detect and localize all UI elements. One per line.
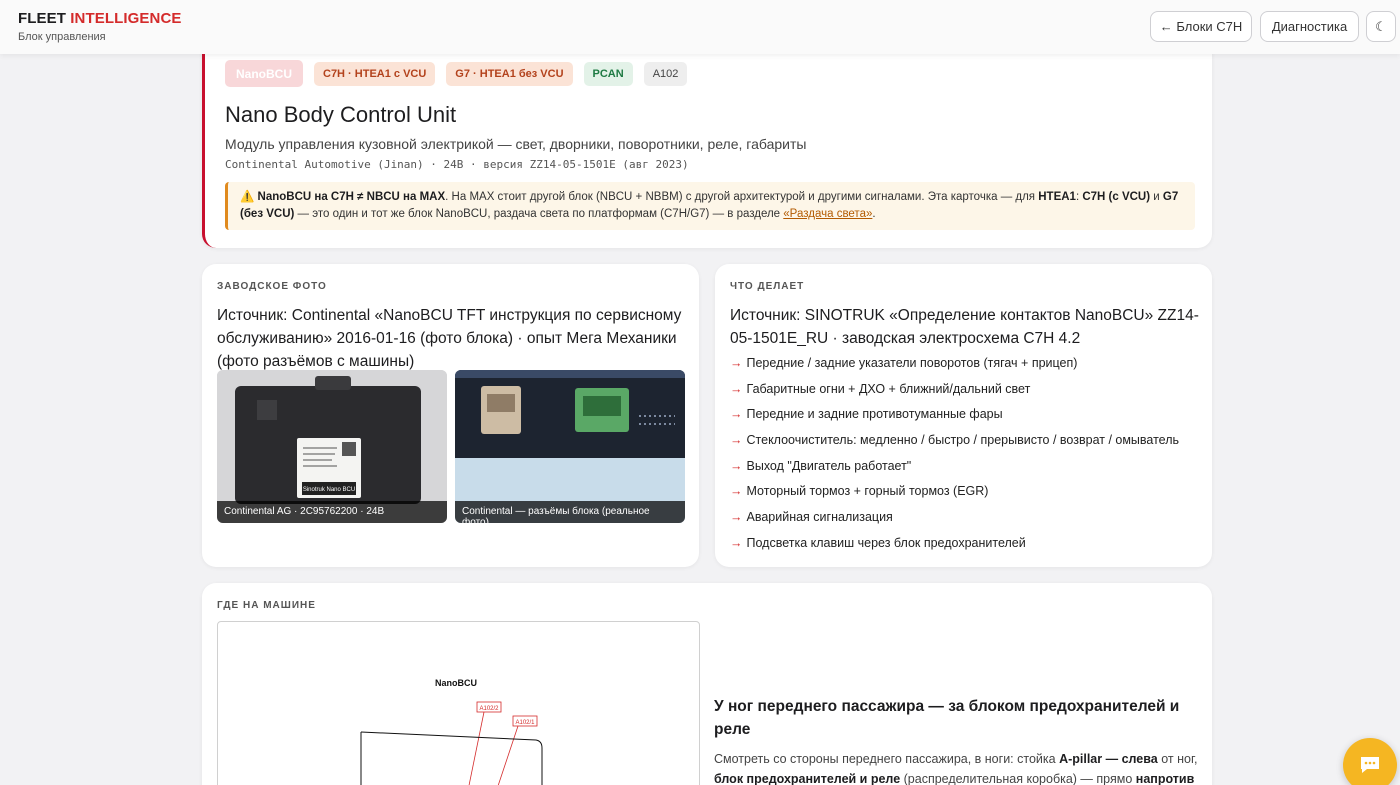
location-bold-2: блок предохранителей и реле <box>714 772 901 785</box>
list-item: → Передние / задние указатели поворотов (… <box>730 350 1179 376</box>
warning-text-5: . <box>872 208 876 220</box>
tag-c7h: C7H · HTEA1 с VCU <box>314 62 436 86</box>
function-item-text: Моторный тормоз + горный тормоз (EGR) <box>746 484 989 499</box>
diagnostics-button[interactable]: Диагностика <box>1260 11 1359 42</box>
photo-caption-1: Continental AG · 2C95762200 · 24B <box>217 501 447 523</box>
connectors-photo[interactable]: Continental — разъёмы блока (реальное фо… <box>455 370 685 523</box>
function-list: → Передние / задние указатели поворотов (… <box>730 350 1179 556</box>
arrow-right-icon: → <box>730 484 743 499</box>
diagram-title: NanoBCU <box>435 678 477 688</box>
location-title: У ног переднего пассажира — за блоком пр… <box>714 698 1180 738</box>
diagram-pin-label: A102/2 <box>479 706 499 712</box>
back-to-blocks-button[interactable]: ← Блоки C7H <box>1150 11 1252 42</box>
tag-g7: G7 · HTEA1 без VCU <box>446 62 573 86</box>
chat-button[interactable] <box>1343 738 1397 785</box>
warning-text-1: . На MAX стоит другой блок (NBCU + NBBM)… <box>445 191 1039 203</box>
function-item-text: Передние и задние противотуманные фары <box>746 407 1003 422</box>
top-bar: FLEET INTELLIGENCE Блок управления ← Бло… <box>0 0 1400 54</box>
location-diagram-drawing: NanoBCU A102/2 A102/1 <box>360 678 543 785</box>
arrow-right-icon: → <box>730 381 743 396</box>
list-item: → Моторный тормоз + горный тормоз (EGR) <box>730 478 1179 504</box>
list-item: → Аварийная сигнализация <box>730 504 1179 530</box>
warning-icon: ⚠️ <box>240 191 255 203</box>
arrow-right-icon: → <box>730 432 743 447</box>
function-source: Источник: SINOTRUK «Определение контакто… <box>730 307 1199 347</box>
arrow-right-icon: → <box>730 535 743 550</box>
location-bold-1: A-pillar — слева <box>1059 752 1158 766</box>
brand-part2: INTELLIGENCE <box>70 10 182 27</box>
function-item-text: Выход "Двигатель работает" <box>746 458 912 473</box>
photo-sticker-text: Sinotruk Nano BCU <box>303 487 355 493</box>
page-title: Nano Body Control Unit <box>225 102 457 127</box>
chat-bubble-icon <box>1361 757 1379 773</box>
photo-caption-2: Continental — разъёмы блока (реальное фо… <box>455 501 685 523</box>
brand-logo[interactable]: FLEET INTELLIGENCE <box>18 10 181 27</box>
section-label: ГДЕ НА МАШИНЕ <box>217 600 316 611</box>
location-bold-3: напротив <box>1135 772 1195 785</box>
light-distribution-link[interactable]: «Раздача света» <box>783 208 872 220</box>
brand-part1: FLEET <box>18 10 66 27</box>
hero-subtitle: Модуль управления кузовной электрикой — … <box>225 136 807 152</box>
arrow-right-icon: → <box>730 407 743 422</box>
location-diagram[interactable]: NanoBCU A102/2 A102/1 <box>217 621 700 785</box>
warning-text-3: и <box>1150 191 1163 203</box>
list-item: → Передние и задние противотуманные фары <box>730 401 1179 427</box>
tag-nanobcu: NanoBCU <box>225 60 303 87</box>
factory-photo-card: ЗАВОДСКОЕ ФОТО Источник: Continental «Na… <box>202 264 699 567</box>
function-item-text: Стеклоочиститель: медленно / быстро / пр… <box>746 432 1180 447</box>
location-card: ГДЕ НА МАШИНЕ NanoBCU A102/2 A102/1 У но… <box>202 583 1212 785</box>
tag-list: NanoBCU C7H · HTEA1 с VCU G7 · HTEA1 без… <box>225 60 688 87</box>
arrow-right-icon: → <box>730 355 743 370</box>
function-item-text: Передние / задние указатели поворотов (т… <box>746 355 1078 370</box>
brand-subtitle: Блок управления <box>18 31 106 43</box>
arrow-right-icon: → <box>730 509 743 524</box>
function-item-text: Габаритные огни + ДХО + ближний/дальний … <box>746 381 1031 396</box>
block-photo[interactable]: Sinotruk Nano BCU Continental AG · 2C957… <box>217 370 447 523</box>
function-item-text: Аварийная сигнализация <box>746 509 893 524</box>
list-item: → Стеклоочиститель: медленно / быстро / п… <box>730 427 1179 453</box>
list-item: → Габаритные огни + ДХО + ближний/дальний… <box>730 376 1179 402</box>
photo-source: Источник: Continental «NanoBCU TFT инстр… <box>217 307 682 370</box>
list-item: → Подсветка клавиш через блок предохранит… <box>730 530 1179 556</box>
location-text-2: от ног, <box>1157 752 1198 766</box>
tag-pcan: PCAN <box>583 62 633 86</box>
warning-bold-2: HTEA1 <box>1038 191 1076 203</box>
warning-bold-3: C7H (с VCU) <box>1082 191 1151 203</box>
arrow-right-icon: → <box>730 458 743 473</box>
warning-bold-1: NanoBCU на C7H ≠ NBCU на MAX <box>257 191 446 203</box>
tag-a102: A102 <box>643 62 688 86</box>
location-text-1: Смотреть со стороны переднего пассажира,… <box>714 752 1060 766</box>
what-it-does-card: ЧТО ДЕЛАЕТ Источник: SINOTRUK «Определен… <box>715 264 1212 567</box>
section-label: ЗАВОДСКОЕ ФОТО <box>217 281 327 292</box>
list-item: → Выход "Двигатель работает" <box>730 453 1179 479</box>
location-description: Смотреть со стороны переднего пассажира,… <box>714 749 1200 785</box>
moon-icon: ☾ <box>1375 18 1387 34</box>
section-label: ЧТО ДЕЛАЕТ <box>730 281 805 292</box>
diagram-pin-label: A102/1 <box>515 720 535 726</box>
block-hero-card: NanoBCU C7H · HTEA1 с VCU G7 · HTEA1 без… <box>202 40 1212 248</box>
hero-meta: Continental Automotive (Jinan) · 24В · в… <box>225 158 689 171</box>
warning-box: ⚠️ NanoBCU на C7H ≠ NBCU на MAX. На MAX … <box>225 182 1195 230</box>
function-item-text: Подсветка клавиш через блок предохраните… <box>746 535 1026 550</box>
warning-text-4: — это один и тот же блок NanoBCU, раздач… <box>294 208 784 220</box>
theme-toggle-button[interactable]: ☾ <box>1366 11 1396 42</box>
location-text-3: (распределительная коробка) — прямо <box>900 772 1136 785</box>
